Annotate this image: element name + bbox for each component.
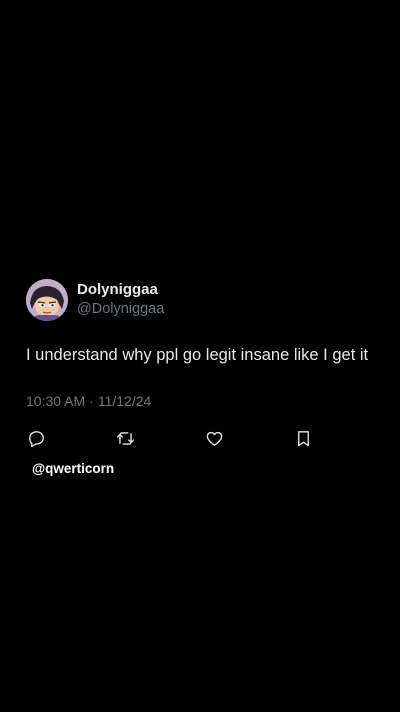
bookmark-icon [297,430,309,446]
tweet-time: 10:30 AM [26,393,86,409]
user-handle[interactable]: @Dolyniggaa [77,300,164,319]
tweet-timestamp[interactable]: 10:30 AM · 11/12/24 [26,392,386,410]
retweet-button[interactable] [114,427,136,449]
heart-icon [206,431,222,446]
retweet-icon [116,431,134,445]
tweet-author[interactable]: Dolyniggaa @Dolyniggaa [26,278,386,322]
reply-icon [28,430,44,447]
bookmark-button[interactable] [292,427,314,449]
separator-dot: · [89,393,94,409]
cartoon-avatar-icon [26,279,68,321]
tweet-text: I understand why ppl go legit insane lik… [26,346,369,364]
display-name[interactable]: Dolyniggaa [77,281,164,299]
avatar[interactable] [26,279,68,321]
tweet-date: 11/12/24 [97,393,152,409]
reply-button[interactable] [25,427,47,449]
author-names: Dolyniggaa @Dolyniggaa [77,281,164,319]
tweet-actions [26,427,386,449]
like-button[interactable] [203,427,225,449]
watermark-handle: @qwerticorn [32,461,115,476]
tweet-card: Dolyniggaa @Dolyniggaa I understand why … [26,278,386,449]
